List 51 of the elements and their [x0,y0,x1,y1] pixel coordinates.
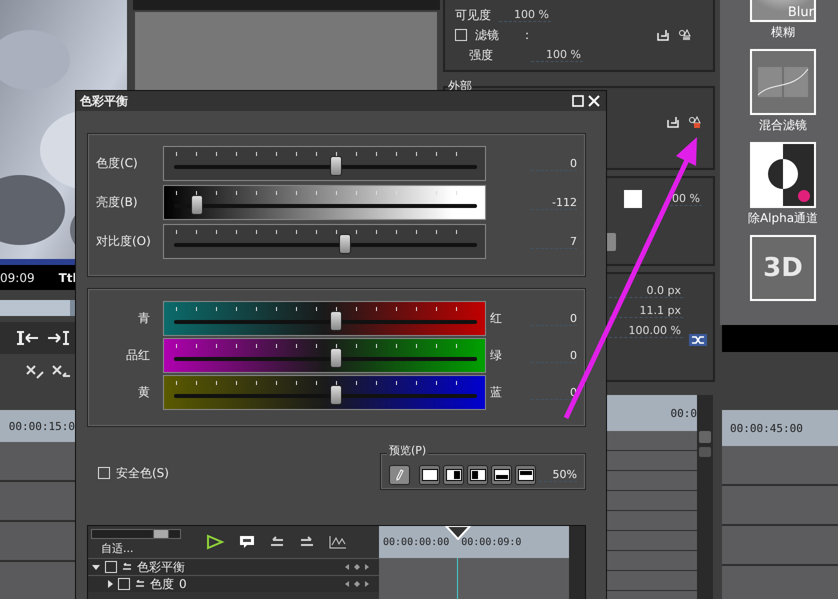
value-field[interactable]: 0 [531,156,577,170]
slider-label: 红 [490,310,503,327]
zoom-dropdown[interactable]: 自适... [91,540,181,556]
track-label: 色度 [150,576,174,592]
slider-label: 对比度(O) [96,233,152,250]
slider-label: 黄 [137,384,150,401]
value-field[interactable]: 00 % [670,192,702,206]
strength-label: 强度 [469,46,493,64]
slider-label: 蓝 [490,384,503,401]
value-field[interactable]: 100.00 % [609,324,683,338]
value-field[interactable]: 100 % [499,8,551,22]
value-field[interactable]: 0.0 px [609,284,683,298]
ruler-time: 00:00:00:00 [383,536,450,548]
filter-label: 滤镜 [475,26,499,44]
value-field[interactable]: 100 % [531,48,583,62]
timecode: 09:09 [0,270,35,284]
timeline-ruler[interactable]: 00:0 [607,395,697,431]
value-field[interactable]: -112 [531,196,577,210]
window-title: 色彩平衡 [80,92,129,110]
timeline-ruler[interactable]: 00:00:45:00 [722,410,838,446]
value-field[interactable]: 0 [531,348,577,362]
ruler-time: 00:00:45:00 [730,422,803,434]
blur-thumbnail[interactable]: Blur [750,0,816,22]
slider-label: 青 [137,310,150,327]
slider-label: 色度(C) [96,155,139,172]
thumbnail-text: Blur [788,5,814,20]
effect-label: 混合滤镜 [759,117,807,134]
visibility-label: 可见度 [455,6,491,24]
slider-label: 绿 [490,347,503,364]
timeline-ruler[interactable]: 00:00:00:00 00:00:09:0 [379,526,569,558]
checkbox-label: 安全色(S) [116,464,169,482]
3d-thumbnail[interactable]: 3D [750,235,816,301]
slider-label: 亮度(B) [96,194,139,211]
effect-label: 模糊 [771,24,795,41]
filter-value: : [525,28,530,42]
thumbnail-text: 3D [763,253,803,283]
value-field[interactable]: 7 [531,234,577,248]
ruler-time: 00:0 [670,406,697,420]
tree-row[interactable]: 色彩平衡 [88,558,379,575]
track-label: 色彩平衡 [137,558,185,576]
value-field[interactable]: 50% [539,468,577,482]
timeline-ruler[interactable]: 00:00:15:0 [0,410,75,442]
tree-row[interactable]: 色度 0 [88,575,379,592]
ruler-time: 00:00:15:0 [8,420,75,432]
effect-label: 除Alpha通道 [748,210,818,227]
ruler-time: 00:00:09:0 [461,536,522,548]
value-field[interactable]: 0 [531,312,577,326]
slider-label: 品红 [125,347,150,364]
track-value: 0 [179,577,187,591]
value-field[interactable]: 11.1 px [609,304,683,318]
group-label: 预览(P) [387,443,428,458]
